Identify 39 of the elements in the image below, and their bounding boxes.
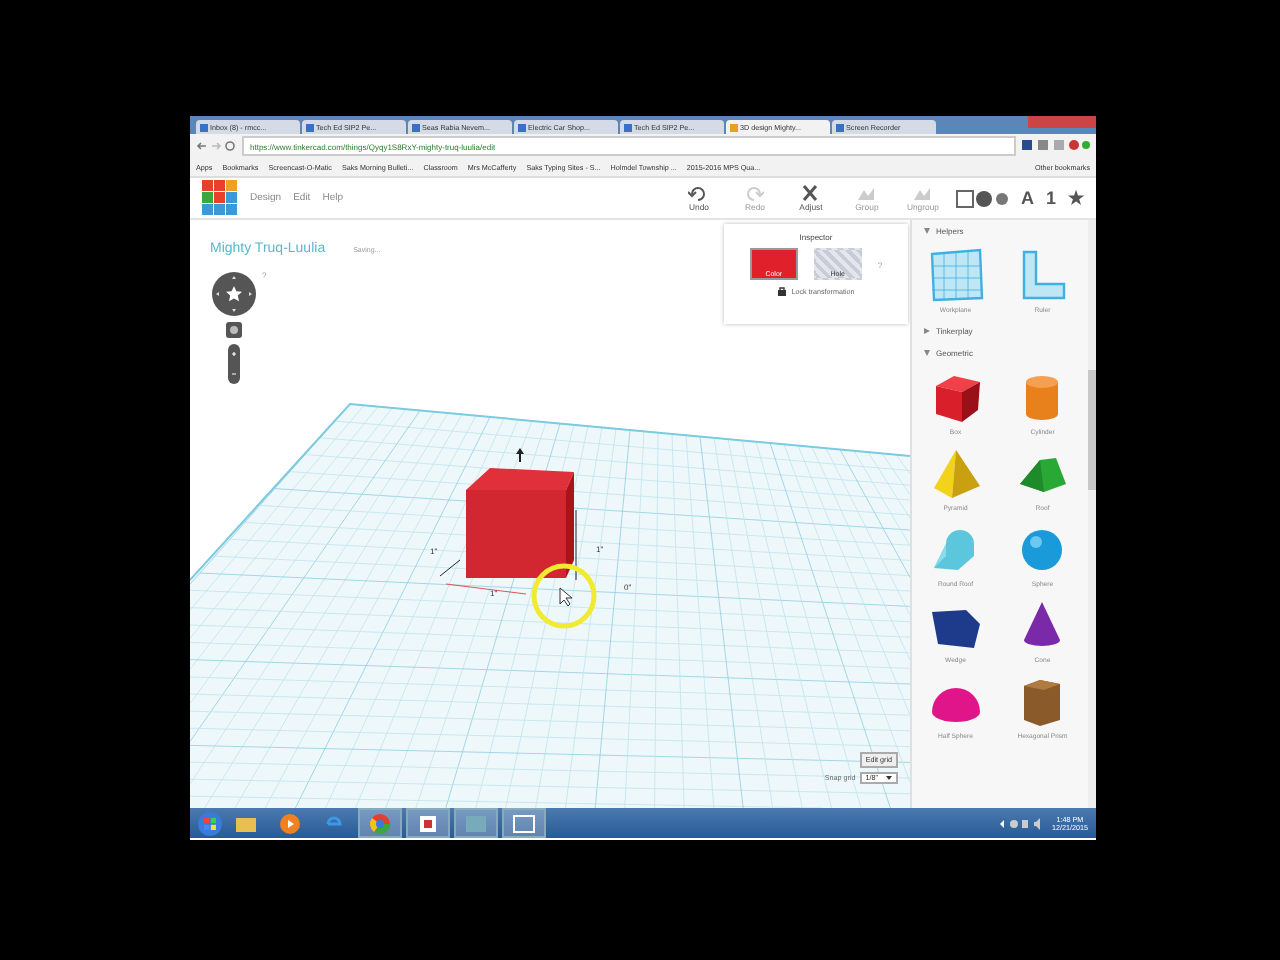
group-icon bbox=[856, 184, 877, 202]
tray-icons[interactable] bbox=[1000, 817, 1040, 829]
scrollbar-thumb[interactable] bbox=[1088, 370, 1096, 490]
page-icon bbox=[730, 123, 738, 131]
logo-icon bbox=[202, 180, 238, 216]
page-icon bbox=[836, 123, 844, 131]
cursor-highlight bbox=[531, 563, 597, 629]
window-icon bbox=[510, 809, 538, 837]
redo-icon bbox=[744, 184, 765, 202]
lock-icon bbox=[777, 286, 786, 296]
page-icon bbox=[412, 123, 420, 131]
cursor-icon bbox=[559, 587, 573, 607]
chrome-icon bbox=[366, 809, 394, 837]
undo-icon bbox=[688, 184, 709, 202]
view-icons[interactable] bbox=[956, 189, 1009, 207]
taskbar-button[interactable] bbox=[502, 808, 546, 838]
page-icon bbox=[200, 123, 208, 131]
ungroup-icon bbox=[912, 184, 933, 202]
adjust-icon bbox=[800, 184, 821, 202]
taskbar-button[interactable] bbox=[406, 808, 450, 838]
zoom-control-icon[interactable] bbox=[228, 344, 240, 384]
page-icon bbox=[306, 123, 314, 131]
navigation-icons[interactable] bbox=[196, 140, 236, 152]
home-view-icon[interactable] bbox=[226, 322, 242, 338]
toolbar-button[interactable]: ★ bbox=[1068, 188, 1084, 208]
page-icon bbox=[518, 123, 526, 131]
height-arrow-icon[interactable] bbox=[516, 448, 524, 463]
taskbar-button[interactable] bbox=[358, 808, 402, 838]
dimension-lines bbox=[439, 509, 577, 595]
extension-icons[interactable] bbox=[1022, 140, 1090, 152]
page-icon bbox=[624, 123, 632, 131]
dropdown-arrow-icon bbox=[886, 776, 892, 780]
box-shape[interactable] bbox=[466, 468, 574, 578]
start-button-icon[interactable] bbox=[198, 811, 222, 835]
toolbar-button[interactable]: A bbox=[1020, 188, 1034, 208]
workplane-shape-icon bbox=[925, 246, 986, 306]
media-player-icon bbox=[276, 809, 304, 837]
view-cube-icon[interactable] bbox=[212, 272, 256, 316]
toolbar-button[interactable]: 1 bbox=[1045, 188, 1056, 208]
